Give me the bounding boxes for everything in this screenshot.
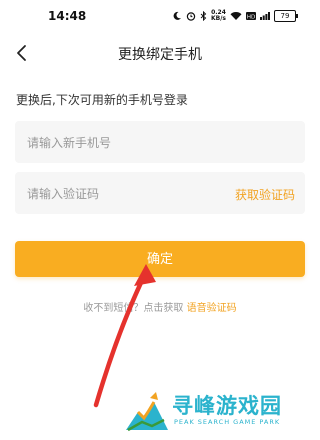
hd-signal-icon: HD [246,11,256,21]
alarm-icon [186,11,196,21]
cellular-signal-icon [260,11,270,21]
get-code-button[interactable]: 获取验证码 [235,186,295,203]
new-phone-input[interactable] [25,121,219,165]
voice-code-link[interactable]: 语音验证码 [187,303,237,314]
status-bar: 14:48 0.24 KB/s HD 79 [0,0,320,34]
watermark-subtitle: PEAK SEARCH GAME PARK [174,418,281,426]
network-speed-unit: KB/s [211,15,226,22]
verification-code-field: 获取验证码 [15,172,305,216]
sms-help: 收不到短信？点击获取 语音验证码 [0,299,320,314]
hint-text: 更换后,下次可用新的手机号登录 [16,93,188,107]
confirm-button[interactable]: 确定 [15,241,305,277]
sms-help-text: 收不到短信？点击获取 [83,303,184,314]
arrow-shaft [93,269,149,408]
moon-icon [172,11,182,21]
status-time: 14:48 [48,9,87,23]
svg-text:HD: HD [247,14,255,20]
battery-indicator: 79 [274,10,298,22]
nav-bar: 更换绑定手机 [0,34,320,74]
page-title: 更换绑定手机 [118,47,202,63]
network-speed: 0.24 KB/s [211,10,226,22]
wifi-icon [230,11,242,21]
verification-code-input[interactable] [25,172,219,216]
new-phone-field [15,121,305,165]
bluetooth-icon [200,11,207,21]
watermark: 寻峰游戏园 PEAK SEARCH GAME PARK [124,388,314,434]
status-icons: 0.24 KB/s HD 79 [172,8,298,24]
watermark-logo [126,392,168,432]
watermark-title: 寻峰游戏园 [172,394,282,418]
